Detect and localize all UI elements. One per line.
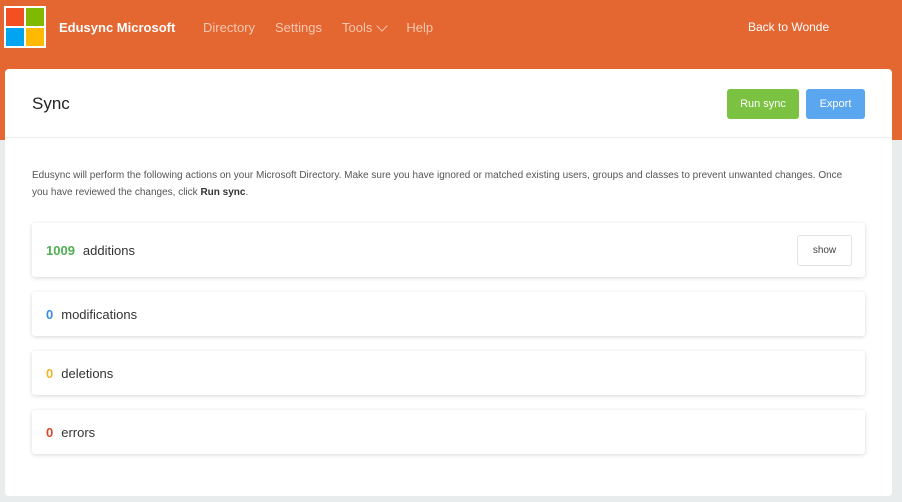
modifications-row: 0 modifications [32, 292, 865, 336]
description-bold: Run sync [200, 187, 246, 198]
nav-tools-label: Tools [342, 20, 373, 35]
nav-directory[interactable]: Directory [203, 20, 255, 35]
back-to-wonde-link[interactable]: Back to Wonde [748, 20, 829, 34]
logo-red-square [6, 8, 24, 26]
logo-green-square [26, 8, 44, 26]
description-text: Edusync will perform the following actio… [32, 170, 843, 198]
errors-row: 0 errors [32, 410, 865, 454]
nav-help[interactable]: Help [406, 20, 433, 35]
brand-name[interactable]: Edusync Microsoft [59, 20, 175, 35]
navbar: Edusync Microsoft Directory Settings Too… [0, 0, 902, 56]
page-title: Sync [32, 94, 70, 113]
run-sync-button[interactable]: Run sync [727, 89, 799, 119]
nav-tools[interactable]: Tools [342, 20, 389, 35]
logo-blue-square [6, 28, 24, 46]
sync-description: Edusync will perform the following actio… [32, 167, 852, 201]
deletions-label: deletions [61, 365, 114, 381]
nav-links: Directory Settings Tools Help [203, 20, 453, 35]
errors-label: errors [61, 424, 96, 440]
microsoft-logo-icon[interactable] [4, 6, 46, 48]
additions-count: 1009 [46, 242, 75, 258]
modifications-label: modifications [61, 306, 138, 322]
deletions-count: 0 [46, 365, 54, 381]
description-suffix: . [245, 187, 249, 198]
logo-yellow-square [26, 28, 44, 46]
export-button[interactable]: Export [806, 89, 865, 119]
errors-count: 0 [46, 424, 54, 440]
additions-row: 1009 additions show [32, 223, 865, 277]
modifications-count: 0 [46, 306, 54, 322]
deletions-row: 0 deletions [32, 351, 865, 395]
sync-card: Sync Run sync Export Edusync will perfor… [5, 69, 892, 496]
nav-settings[interactable]: Settings [275, 20, 322, 35]
show-additions-button[interactable]: show [797, 235, 852, 266]
card-header: Sync Run sync Export [5, 69, 892, 138]
additions-label: additions [82, 242, 135, 258]
chevron-down-icon [376, 20, 389, 32]
